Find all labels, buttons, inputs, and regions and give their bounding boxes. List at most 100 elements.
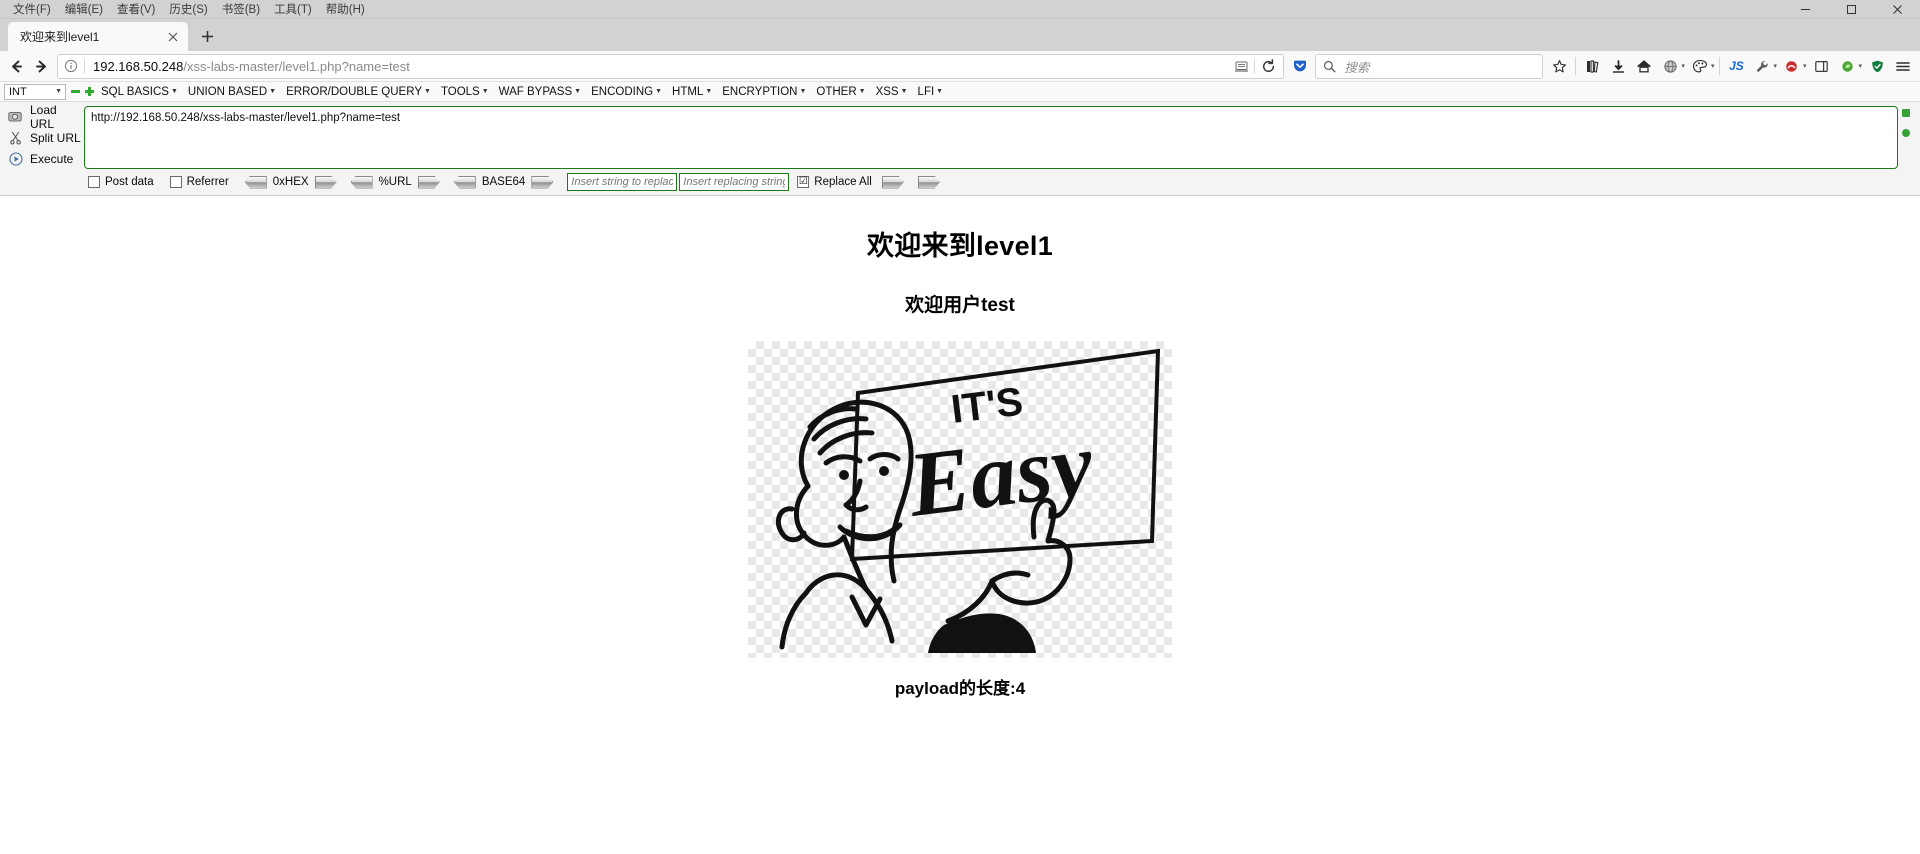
checkbox-box-checked: ☑ [797, 176, 810, 188]
url-encode-button[interactable] [417, 175, 440, 189]
plus-icon [201, 30, 213, 42]
bookmark-error-double-query[interactable]: ERROR/DOUBLE QUERY ▼ [281, 85, 436, 99]
bookmark-xss[interactable]: XSS ▼ [871, 85, 913, 99]
back-button[interactable] [4, 54, 29, 79]
tab-close-icon[interactable] [164, 28, 182, 46]
load-url-button[interactable]: Load URL [6, 103, 84, 131]
search-input[interactable]: 搜索 [1342, 57, 1369, 76]
new-tab-button[interactable] [194, 23, 220, 49]
bookmark-lfi[interactable]: LFI ▼ [913, 85, 949, 99]
hackbar-square-button[interactable] [1902, 109, 1910, 117]
chevron-down-icon: ▼ [936, 88, 944, 95]
theme-palette-button[interactable] [1687, 54, 1713, 79]
replace-extra-button[interactable] [917, 175, 940, 189]
wrench-extension-button[interactable] [1749, 54, 1775, 79]
execute-button[interactable]: Execute [6, 148, 84, 169]
split-url-button[interactable]: Split URL [6, 127, 84, 148]
hackbar-url-textarea[interactable] [84, 106, 1898, 169]
cartoon-face [775, 399, 914, 650]
reload-button[interactable] [1255, 55, 1281, 78]
panel-extension-button[interactable] [1808, 54, 1834, 79]
bookmark-waf-bypass[interactable]: WAF BYPASS ▼ [494, 85, 586, 99]
bookmarks-toolbar: INT ▼ SQL BASICS ▼ UNION BASED ▼ ERROR/DOU… [0, 82, 1920, 102]
bookmark-tools[interactable]: TOOLS ▼ [436, 85, 494, 99]
forward-button[interactable] [29, 54, 54, 79]
menu-help[interactable]: 帮助(H) [319, 0, 372, 18]
search-bar[interactable]: 搜索 [1315, 53, 1544, 79]
menu-history[interactable]: 历史(S) [162, 0, 214, 18]
js-extension-button[interactable]: JS [1723, 54, 1749, 79]
toolbar-divider-1 [1575, 57, 1577, 75]
pocket-icon [1293, 60, 1306, 72]
js-extension-label: JS [1729, 59, 1744, 73]
base64-encode-button[interactable] [531, 175, 554, 189]
page-title: 欢迎来到level1 [866, 231, 1054, 261]
bookmark-encryption[interactable]: ENCRYPTION ▼ [717, 85, 811, 99]
hex-label: 0xHEX [272, 176, 309, 188]
base64-decode-button[interactable] [453, 175, 476, 189]
replace-to-input[interactable] [679, 173, 790, 191]
hex-decode-button[interactable] [244, 175, 267, 189]
pocket-button[interactable] [1287, 54, 1312, 79]
replace-from-input[interactable] [567, 173, 678, 191]
post-data-label: Post data [105, 176, 154, 188]
bookmark-sql-basics[interactable]: SQL BASICS ▼ [96, 85, 183, 99]
bookmark-other[interactable]: OTHER ▼ [811, 85, 870, 99]
bookmark-minus-icon[interactable] [68, 84, 82, 100]
bookmark-label: SQL BASICS [101, 85, 169, 98]
execute-label: Execute [30, 151, 74, 166]
green-extension-button[interactable] [1834, 54, 1860, 79]
url-host: 192.168.50.248 [93, 58, 184, 74]
downloads-button[interactable] [1605, 54, 1631, 79]
load-url-icon [8, 109, 23, 124]
reload-icon [1262, 58, 1274, 72]
library-icon [1586, 59, 1599, 73]
identity-info-icon[interactable] [58, 55, 84, 78]
bookmark-label: OTHER [816, 85, 857, 98]
home-button[interactable] [1631, 54, 1657, 79]
chevron-down-icon: ▼ [900, 88, 908, 95]
toolbar-icon-group: ▾ ▾ JS ▾ ▾ ▾ [1546, 54, 1916, 79]
close-icon [1892, 5, 1902, 14]
referrer-checkbox[interactable]: Referrer [169, 176, 229, 188]
sync-account-button[interactable] [1657, 54, 1683, 79]
minimize-button[interactable] [1782, 0, 1828, 19]
bookmark-html[interactable]: HTML ▼ [667, 85, 717, 99]
menu-bookmarks[interactable]: 书签(B) [215, 0, 267, 18]
menu-file[interactable]: 文件(F) [6, 0, 58, 18]
magnifier-icon [1323, 60, 1336, 73]
hackbar-circle-button[interactable] [1902, 129, 1910, 137]
menu-view[interactable]: 查看(V) [110, 0, 162, 18]
shield-extension-button[interactable] [1864, 54, 1890, 79]
reader-view-icon[interactable] [1228, 55, 1254, 78]
red-extension-button[interactable] [1779, 54, 1805, 79]
bookmark-label: LFI [917, 85, 935, 98]
bookmark-add-icon[interactable] [82, 84, 96, 100]
tab-strip: 欢迎来到level1 [0, 19, 1920, 51]
app-menu-button[interactable] [1890, 54, 1916, 79]
menu-edit[interactable]: 编辑(E) [58, 0, 110, 18]
url-bar[interactable]: 192.168.50.248/xss-labs-master/level1.ph… [57, 53, 1285, 79]
globe-account-icon [1664, 59, 1677, 73]
chevron-down-icon: ▼ [55, 88, 62, 95]
search-icon [1316, 55, 1342, 78]
maximize-button[interactable] [1828, 0, 1874, 19]
post-data-checkbox[interactable]: Post data [88, 176, 154, 188]
checkbox-box [169, 176, 182, 188]
green-minus-icon [70, 90, 80, 93]
bookmark-encoding[interactable]: ENCODING ▼ [586, 85, 667, 99]
split-url-icon [8, 130, 23, 145]
maximize-icon [1846, 5, 1856, 14]
menu-tools[interactable]: 工具(T) [267, 0, 319, 18]
browser-tab[interactable]: 欢迎来到level1 [8, 22, 188, 51]
hex-encode-button[interactable] [314, 175, 337, 189]
bookmark-star-button[interactable] [1546, 54, 1572, 79]
library-button[interactable] [1579, 54, 1605, 79]
bookmark-union-based[interactable]: UNION BASED ▼ [183, 85, 281, 99]
close-button[interactable] [1874, 0, 1920, 19]
replace-all-checkbox[interactable]: ☑ Replace All [797, 176, 872, 188]
replace-apply-button[interactable] [881, 175, 904, 189]
url-decode-button[interactable] [350, 175, 373, 189]
bookmark-category-select[interactable]: INT ▼ [4, 83, 66, 100]
wrench-icon [1756, 60, 1768, 72]
